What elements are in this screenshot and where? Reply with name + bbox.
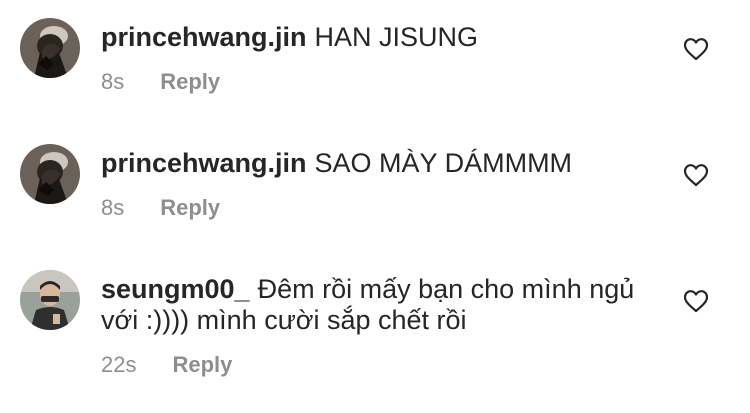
comment-meta: 8s Reply <box>101 69 220 95</box>
comment-username[interactable]: seungm00_ <box>101 274 250 304</box>
avatar[interactable] <box>20 18 80 78</box>
reply-button[interactable]: Reply <box>172 352 232 378</box>
avatar-photo-icon <box>20 144 80 204</box>
comment-body: seungm00_ Đêm rồi mấy bạn cho mình ngủ vớ… <box>101 274 641 336</box>
comment-username[interactable]: princehwang.jin <box>101 22 307 52</box>
reply-button[interactable]: Reply <box>160 195 220 221</box>
heart-outline-icon[interactable] <box>683 37 709 61</box>
comment-body: princehwang.jin SAO MÀY DÁMMMM <box>101 148 641 179</box>
heart-outline-icon[interactable] <box>683 289 709 313</box>
comment-text: HAN JISUNG <box>314 22 479 52</box>
avatar-photo-icon <box>20 18 80 78</box>
comment-timestamp: 8s <box>101 69 125 94</box>
comment-body: princehwang.jin HAN JISUNG <box>101 22 641 53</box>
comment-meta: 8s Reply <box>101 195 220 221</box>
comment-timestamp: 22s <box>101 352 137 377</box>
heart-outline-icon[interactable] <box>683 163 709 187</box>
avatar-photo-icon <box>20 270 80 330</box>
avatar[interactable] <box>20 144 80 204</box>
comment-timestamp: 8s <box>101 195 125 220</box>
avatar[interactable] <box>20 270 80 330</box>
comment-meta: 22s Reply <box>101 352 232 378</box>
comment-text: SAO MÀY DÁMMMM <box>314 148 573 178</box>
comment-thread: princehwang.jin HAN JISUNG 8s Reply prince… <box>0 0 750 413</box>
comment-username[interactable]: princehwang.jin <box>101 148 307 178</box>
reply-button[interactable]: Reply <box>160 69 220 95</box>
